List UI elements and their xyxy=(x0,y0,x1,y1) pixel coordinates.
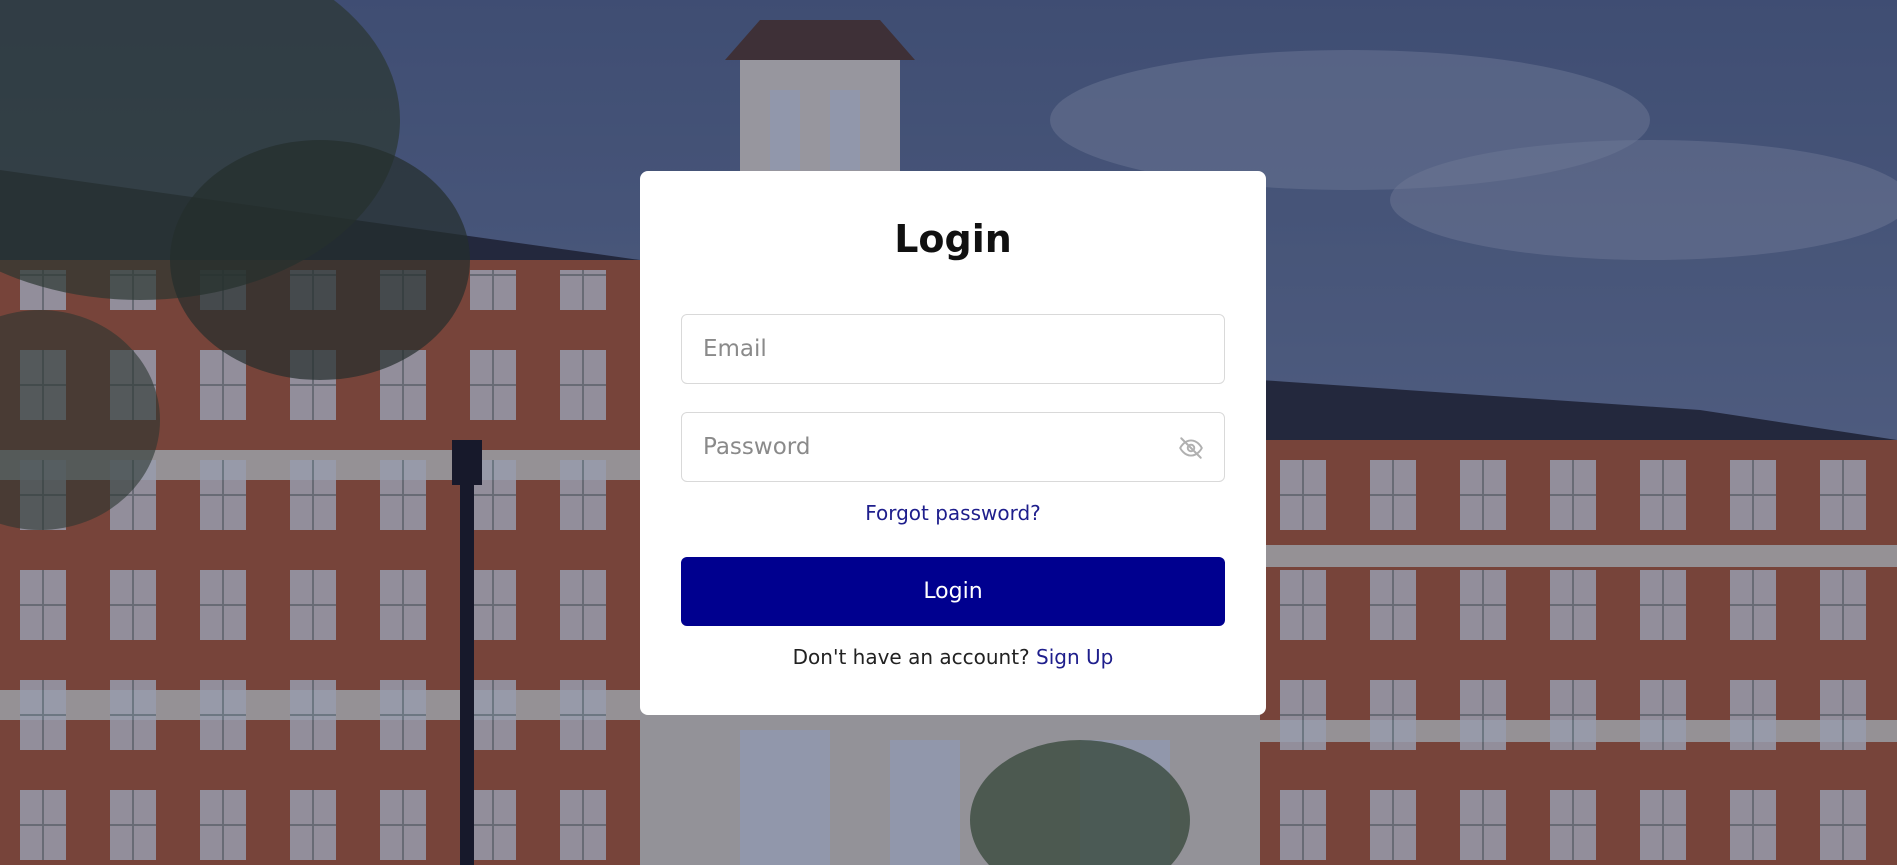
login-card: Login Forgot password? Login Don't have … xyxy=(640,171,1266,715)
email-field[interactable] xyxy=(682,315,1224,383)
page-title: Login xyxy=(894,217,1012,261)
eye-off-icon[interactable] xyxy=(1178,435,1204,461)
signup-prompt: Don't have an account? xyxy=(792,645,1037,669)
signup-row: Don't have an account? Sign Up xyxy=(640,645,1266,669)
email-field-container xyxy=(681,314,1225,384)
sign-up-link[interactable]: Sign Up xyxy=(1036,645,1113,669)
password-field[interactable] xyxy=(682,413,1224,481)
login-page: Login Forgot password? Login Don't have … xyxy=(0,0,1897,865)
login-button[interactable]: Login xyxy=(681,557,1225,626)
forgot-password-link[interactable]: Forgot password? xyxy=(640,501,1266,525)
password-field-container xyxy=(681,412,1225,482)
